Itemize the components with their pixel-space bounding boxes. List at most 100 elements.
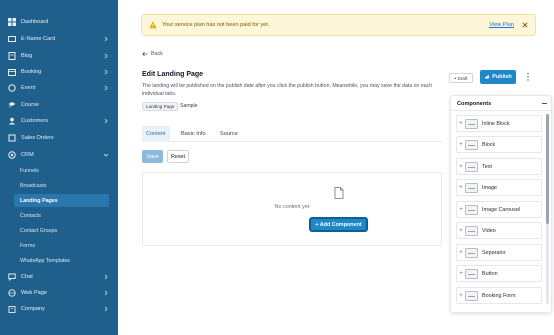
component-label: Image — [482, 184, 497, 191]
banner-message: Your service plan has not been paid for … — [162, 22, 270, 28]
chevron-right-icon — [103, 274, 109, 280]
orders-icon — [7, 134, 16, 143]
tab-content[interactable]: Content — [142, 126, 170, 142]
carousel-icon — [465, 204, 478, 215]
button-icon — [465, 268, 478, 279]
component-label: Video — [482, 227, 496, 234]
page-name: Sample — [180, 103, 198, 109]
publish-button[interactable]: Publish — [480, 70, 516, 84]
publish-label: Publish — [492, 74, 512, 80]
sidebar-subitem-contact-groups[interactable]: Contact Groups — [20, 224, 57, 237]
service-plan-banner: Your service plan has not been paid for … — [141, 14, 536, 36]
component-inline-block[interactable]: + Inline Block — [456, 115, 542, 132]
chevron-right-icon — [103, 118, 109, 124]
panel-title: Components — [457, 101, 492, 107]
sidebar-item-label: Course — [21, 102, 40, 108]
image-icon — [465, 182, 478, 193]
component-image-carousel[interactable]: + Image Carousel — [456, 201, 542, 218]
text-icon — [465, 161, 478, 172]
plus-icon: + — [459, 270, 463, 277]
sidebar-item-customers[interactable]: Customers — [0, 113, 118, 129]
event-icon — [7, 84, 16, 93]
sidebar-item-company[interactable]: Company — [0, 301, 118, 317]
chevron-right-icon — [103, 290, 109, 296]
component-label: Inline Block — [482, 120, 510, 127]
sidebar-item-label: Sales Orders — [21, 135, 54, 141]
calendar-icon — [7, 68, 16, 77]
component-label: Booking Form — [482, 292, 516, 299]
page-type-badge: Landing Page — [142, 102, 179, 111]
minimize-icon[interactable] — [542, 103, 547, 104]
component-label: Image Carousel — [482, 206, 521, 213]
chevron-right-icon — [103, 85, 109, 91]
component-label: Separator — [482, 249, 506, 256]
block-icon — [465, 139, 478, 150]
plus-icon: + — [459, 227, 463, 234]
close-icon[interactable] — [522, 22, 528, 28]
chat-icon — [7, 273, 16, 282]
plus-icon: + — [459, 206, 463, 213]
tab-basic-info[interactable]: Basic Info — [181, 126, 206, 142]
component-button[interactable]: + Button — [456, 265, 542, 282]
plus-icon: + — [459, 184, 463, 191]
component-separator[interactable]: + Separator — [456, 244, 542, 261]
component-video[interactable]: + Video — [456, 222, 542, 239]
chevron-down-icon — [103, 152, 109, 158]
tab-bar: Content Basic Info Source — [142, 126, 442, 142]
component-booking-form[interactable]: + Booking Form — [456, 287, 542, 304]
plus-icon: + — [459, 141, 463, 148]
web-icon — [7, 289, 16, 298]
tab-source[interactable]: Source — [220, 126, 238, 142]
course-icon — [7, 101, 16, 110]
sidebar-subitem-forms[interactable]: Forms — [20, 239, 35, 252]
chevron-right-icon — [103, 306, 109, 312]
add-component-button[interactable]: + Add Component — [309, 217, 368, 232]
scrollbar-thumb[interactable] — [546, 114, 549, 224]
plus-icon: + — [459, 163, 463, 170]
sidebar-item-chat[interactable]: Chat — [0, 269, 118, 285]
video-icon — [465, 225, 478, 236]
sidebar-item-booking[interactable]: Booking — [0, 64, 118, 80]
chevron-right-icon — [103, 36, 109, 42]
sidebar-item-sales-orders[interactable]: Sales Orders — [0, 130, 118, 146]
sidebar-subitem-funnels[interactable]: Funnels — [20, 164, 39, 177]
separator-icon — [465, 247, 478, 258]
company-icon — [7, 305, 16, 314]
sidebar-subitem-contacts[interactable]: Contacts — [20, 209, 41, 222]
form-icon — [465, 290, 478, 301]
sidebar-item-event[interactable]: Event — [0, 80, 118, 96]
component-image[interactable]: + Image — [456, 179, 542, 196]
sidebar: Dashboard E-Name Card Blog Booking Event… — [0, 0, 118, 335]
sidebar-item-course[interactable]: Course — [0, 97, 118, 113]
more-options-icon[interactable] — [526, 72, 530, 82]
users-icon — [7, 117, 16, 126]
plus-icon: + — [459, 292, 463, 299]
sidebar-subitem-landing-pages[interactable]: Landing Pages — [14, 194, 109, 207]
chevron-right-icon — [103, 69, 109, 75]
sidebar-item-crm[interactable]: CRM — [0, 147, 118, 163]
back-link[interactable]: Back — [142, 51, 163, 57]
reset-button[interactable]: Reset — [167, 150, 189, 163]
component-block[interactable]: + Block — [456, 136, 542, 153]
component-text[interactable]: + Text — [456, 158, 542, 175]
sidebar-item-e-name-card[interactable]: E-Name Card — [0, 31, 118, 47]
warning-icon — [149, 21, 157, 29]
inline-block-icon — [465, 118, 478, 129]
save-button[interactable]: Save — [142, 150, 163, 163]
component-label: Button — [482, 270, 498, 277]
status-badge: • Draft — [449, 73, 473, 83]
sidebar-subitem-whatsapp-templates[interactable]: WhatsApp Templates — [20, 254, 70, 267]
arrow-left-icon — [142, 51, 148, 57]
sidebar-item-blog[interactable]: Blog — [0, 48, 118, 64]
sidebar-item-label: Dashboard — [21, 19, 49, 25]
sidebar-item-web-page[interactable]: Web Page — [0, 285, 118, 301]
component-label: Text — [482, 163, 492, 170]
sidebar-subitem-broadcasts[interactable]: Broadcasts — [20, 179, 47, 192]
sidebar-item-dashboard[interactable]: Dashboard — [0, 14, 118, 30]
publish-icon — [485, 75, 490, 79]
page-description: The landing will be published on the pub… — [142, 83, 433, 97]
view-plan-link[interactable]: View Plan — [489, 22, 514, 28]
empty-state-text: No content yet — [274, 204, 310, 210]
panel-scrollbar[interactable] — [546, 114, 549, 304]
component-label: Block — [482, 141, 496, 148]
